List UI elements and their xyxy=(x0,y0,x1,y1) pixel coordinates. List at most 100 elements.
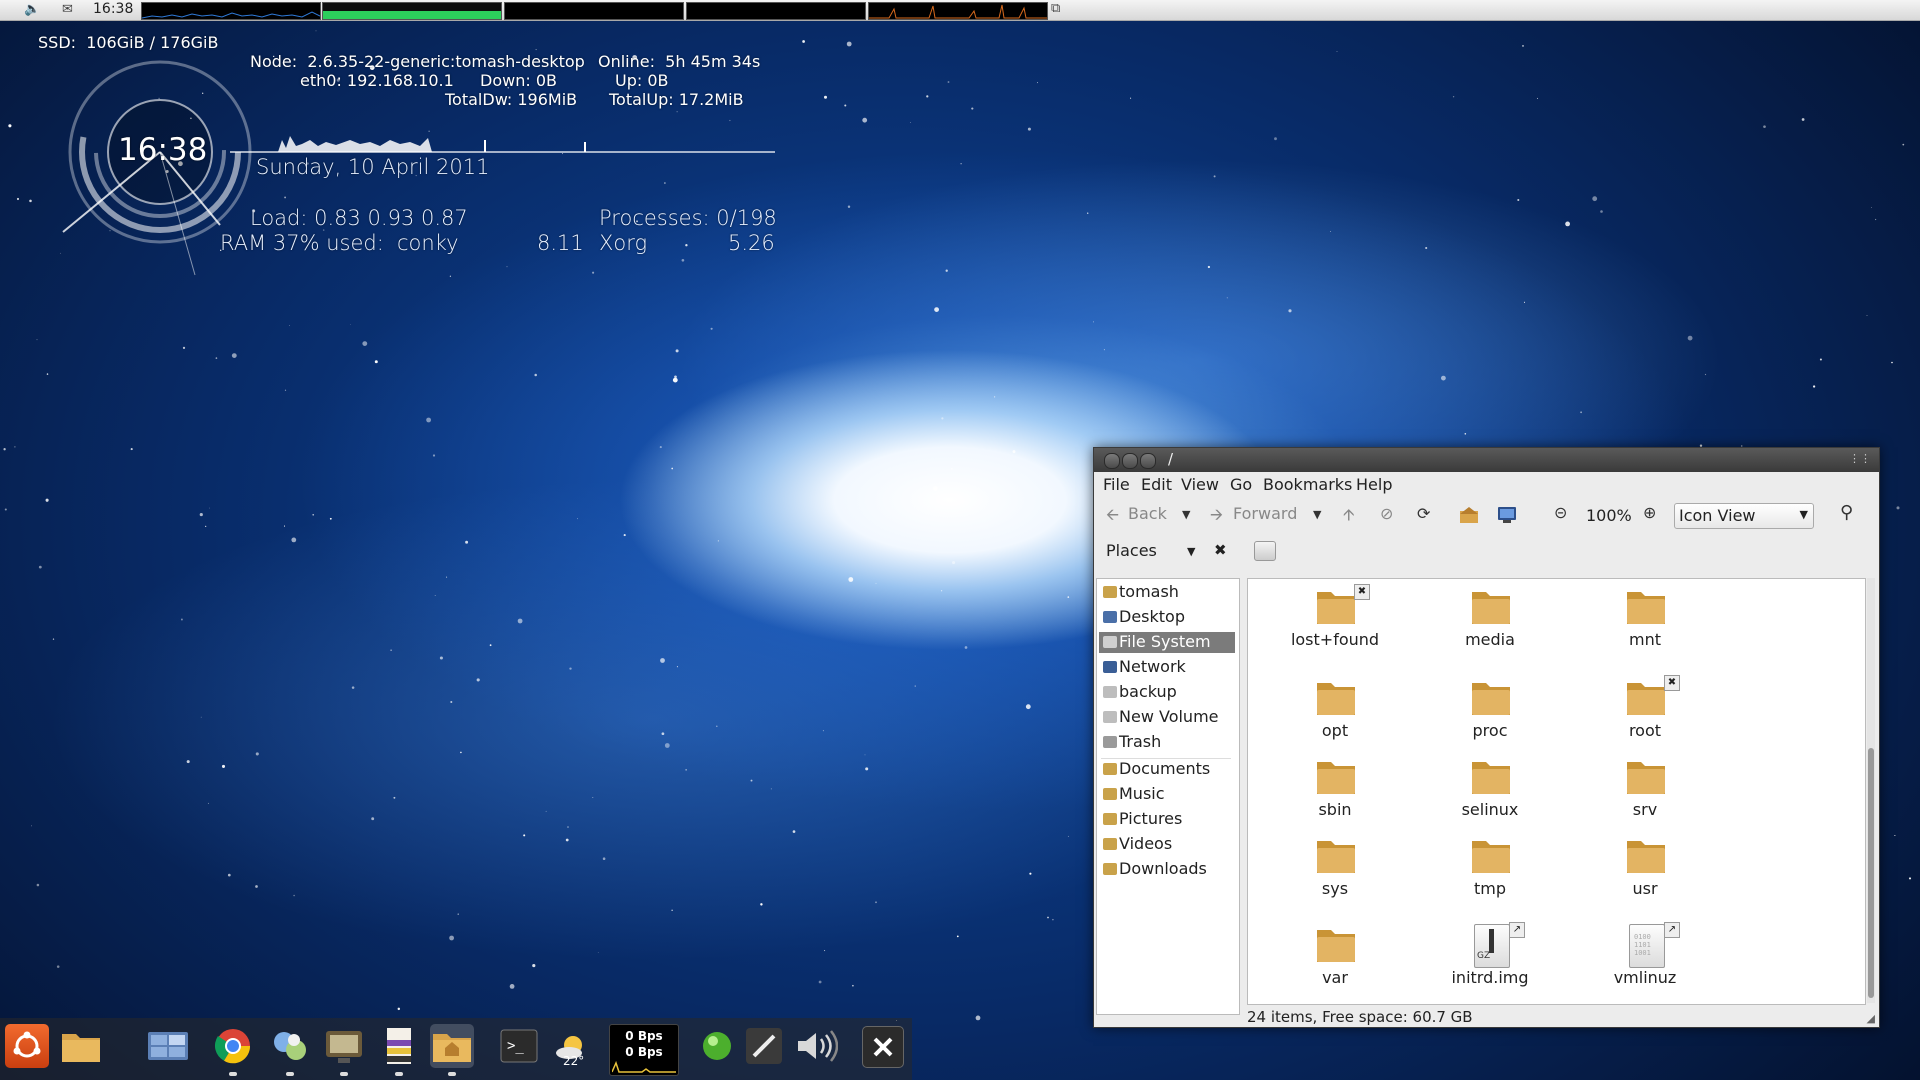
window-close-button[interactable] xyxy=(1104,453,1120,469)
file-item[interactable]: mnt xyxy=(1580,584,1710,654)
reload-icon[interactable]: ⟳ xyxy=(1417,504,1430,523)
view-mode-select[interactable]: Icon View ▼ xyxy=(1674,503,1814,529)
sidebar-item-network[interactable]: Network xyxy=(1099,657,1235,678)
terminal-icon[interactable]: >_ xyxy=(497,1024,541,1068)
color-picker-icon[interactable] xyxy=(742,1024,786,1068)
svg-text:>_: >_ xyxy=(507,1038,524,1054)
menu-go[interactable]: Go xyxy=(1230,475,1252,494)
sidebar-item-videos[interactable]: Videos xyxy=(1099,834,1235,855)
sidebar-type-select[interactable]: Places xyxy=(1106,541,1157,560)
sidebar-item-label: Network xyxy=(1119,657,1186,676)
home-folder-launcher-icon[interactable] xyxy=(59,1024,103,1068)
file-item[interactable]: opt xyxy=(1270,675,1400,745)
sidebar-item-documents[interactable]: Documents xyxy=(1099,759,1235,780)
file-item[interactable]: media xyxy=(1425,584,1555,654)
workspace-switcher-icon[interactable] xyxy=(146,1024,190,1068)
computer-icon[interactable] xyxy=(1497,506,1517,528)
file-name: sbin xyxy=(1318,800,1352,819)
search-icon[interactable]: ⚲ xyxy=(1840,502,1853,523)
file-item[interactable]: selinux xyxy=(1425,754,1555,824)
file-name: var xyxy=(1322,968,1348,987)
sidebar-item-backup[interactable]: backup xyxy=(1099,682,1235,703)
documents-folder-icon xyxy=(1103,763,1117,775)
sidebar-item-label: Pictures xyxy=(1119,809,1183,828)
stop-icon[interactable]: ⊘ xyxy=(1380,504,1393,523)
folder-icon xyxy=(1317,930,1355,962)
sidebar-item-label: tomash xyxy=(1119,582,1179,601)
sidebar-item-downloads[interactable]: Downloads xyxy=(1099,859,1235,880)
file-item[interactable]: var xyxy=(1270,922,1400,992)
zoom-out-icon[interactable]: ⊝ xyxy=(1554,503,1567,522)
file-name: media xyxy=(1465,630,1515,649)
window-maximize-button[interactable] xyxy=(1140,453,1156,469)
close-icon[interactable] xyxy=(862,1026,904,1068)
menu-help[interactable]: Help xyxy=(1356,475,1392,494)
home-icon[interactable] xyxy=(1459,506,1479,528)
file-item[interactable]: ✖ lost+found xyxy=(1270,584,1400,654)
status-ok-icon[interactable] xyxy=(695,1024,739,1068)
up-arrow-icon[interactable]: 🡩 xyxy=(1343,504,1355,531)
places-sidebar: tomash Desktop File System Network backup New… xyxy=(1096,578,1240,1015)
sidebar-item-music[interactable]: Music xyxy=(1099,784,1235,805)
window-menu-grip-icon[interactable]: ⋮⋮ xyxy=(1849,452,1871,465)
chrome-icon[interactable] xyxy=(211,1024,255,1076)
file-item[interactable]: proc xyxy=(1425,675,1555,745)
mail-icon[interactable]: ✉ xyxy=(62,2,73,17)
volume-icon[interactable] xyxy=(794,1024,838,1068)
file-item[interactable]: usr xyxy=(1580,833,1710,903)
file-item[interactable]: srv xyxy=(1580,754,1710,824)
file-manager-task-icon[interactable] xyxy=(430,1024,474,1076)
file-name: initrd.img xyxy=(1451,968,1529,987)
forward-history-dropdown-icon[interactable]: ▼ xyxy=(1313,508,1321,521)
media-player-icon[interactable] xyxy=(377,1024,421,1076)
weather-icon[interactable]: 22° xyxy=(551,1024,595,1068)
sidebar-item-new-volume[interactable]: New Volume xyxy=(1099,707,1235,728)
menu-edit[interactable]: Edit xyxy=(1141,475,1172,494)
vertical-scrollbar[interactable] xyxy=(1867,578,1875,1003)
zoom-level: 100% xyxy=(1586,506,1632,525)
desktop-icon xyxy=(1103,611,1117,623)
window-list-icon[interactable]: ⧉ xyxy=(1051,1,1060,16)
conky-proc2-value: 5.26 xyxy=(728,231,775,255)
file-item[interactable]: tmp xyxy=(1425,833,1555,903)
file-item[interactable]: ✖ root xyxy=(1580,675,1710,745)
folder-icon xyxy=(1317,592,1355,624)
forward-button[interactable]: Forward xyxy=(1233,504,1297,523)
home-folder-icon xyxy=(1103,586,1117,598)
menu-file[interactable]: File xyxy=(1103,475,1130,494)
sidebar-item-file-system[interactable]: File System xyxy=(1099,632,1235,653)
file-item[interactable]: 0100 1101 1001 ↗ vmlinuz xyxy=(1580,922,1710,992)
back-button[interactable]: Back xyxy=(1128,504,1167,523)
sidebar-item-pictures[interactable]: Pictures xyxy=(1099,809,1235,830)
chevron-down-icon: ▼ xyxy=(1799,508,1808,521)
ubuntu-menu-icon[interactable] xyxy=(5,1024,49,1068)
sidebar-item-desktop[interactable]: Desktop xyxy=(1099,607,1235,628)
menu-view[interactable]: View xyxy=(1181,475,1219,494)
back-history-dropdown-icon[interactable]: ▼ xyxy=(1182,508,1190,521)
binary-file-icon: 0100 1101 1001 xyxy=(1629,924,1665,968)
window-titlebar[interactable]: / ⋮⋮ xyxy=(1094,448,1879,472)
network-speed-monitor[interactable]: 0 Bps 0 Bps xyxy=(609,1024,679,1076)
sidebar-type-chevron-icon[interactable]: ▼ xyxy=(1187,545,1195,558)
resize-grip-icon[interactable]: ◢ xyxy=(1867,1012,1875,1025)
sidebar-item-label: Music xyxy=(1119,784,1165,803)
file-item[interactable]: GZ ↗ initrd.img xyxy=(1425,922,1555,992)
split-view-icon[interactable] xyxy=(1254,541,1276,561)
file-item[interactable]: sys xyxy=(1270,833,1400,903)
sidebar-item-trash[interactable]: Trash xyxy=(1099,732,1235,753)
close-sidebar-icon[interactable]: ✖ xyxy=(1214,541,1227,559)
speaker-icon[interactable]: 🔈 xyxy=(24,2,40,17)
file-item[interactable]: sbin xyxy=(1270,754,1400,824)
file-name: vmlinuz xyxy=(1613,968,1677,987)
panel-clock[interactable]: 16:38 xyxy=(93,1,133,17)
sidebar-item-tomash[interactable]: tomash xyxy=(1099,582,1235,603)
zoom-in-icon[interactable]: ⊕ xyxy=(1643,503,1656,522)
sidebar-item-label: Downloads xyxy=(1119,859,1207,878)
window-minimize-button[interactable] xyxy=(1122,453,1138,469)
window-title: / xyxy=(1168,450,1174,468)
net-up-speed: 0 Bps xyxy=(625,1045,663,1059)
scrollbar-thumb[interactable] xyxy=(1868,748,1874,998)
monitor-app-icon[interactable] xyxy=(322,1024,366,1076)
menu-bookmarks[interactable]: Bookmarks xyxy=(1263,475,1352,494)
chat-client-icon[interactable] xyxy=(268,1024,312,1076)
